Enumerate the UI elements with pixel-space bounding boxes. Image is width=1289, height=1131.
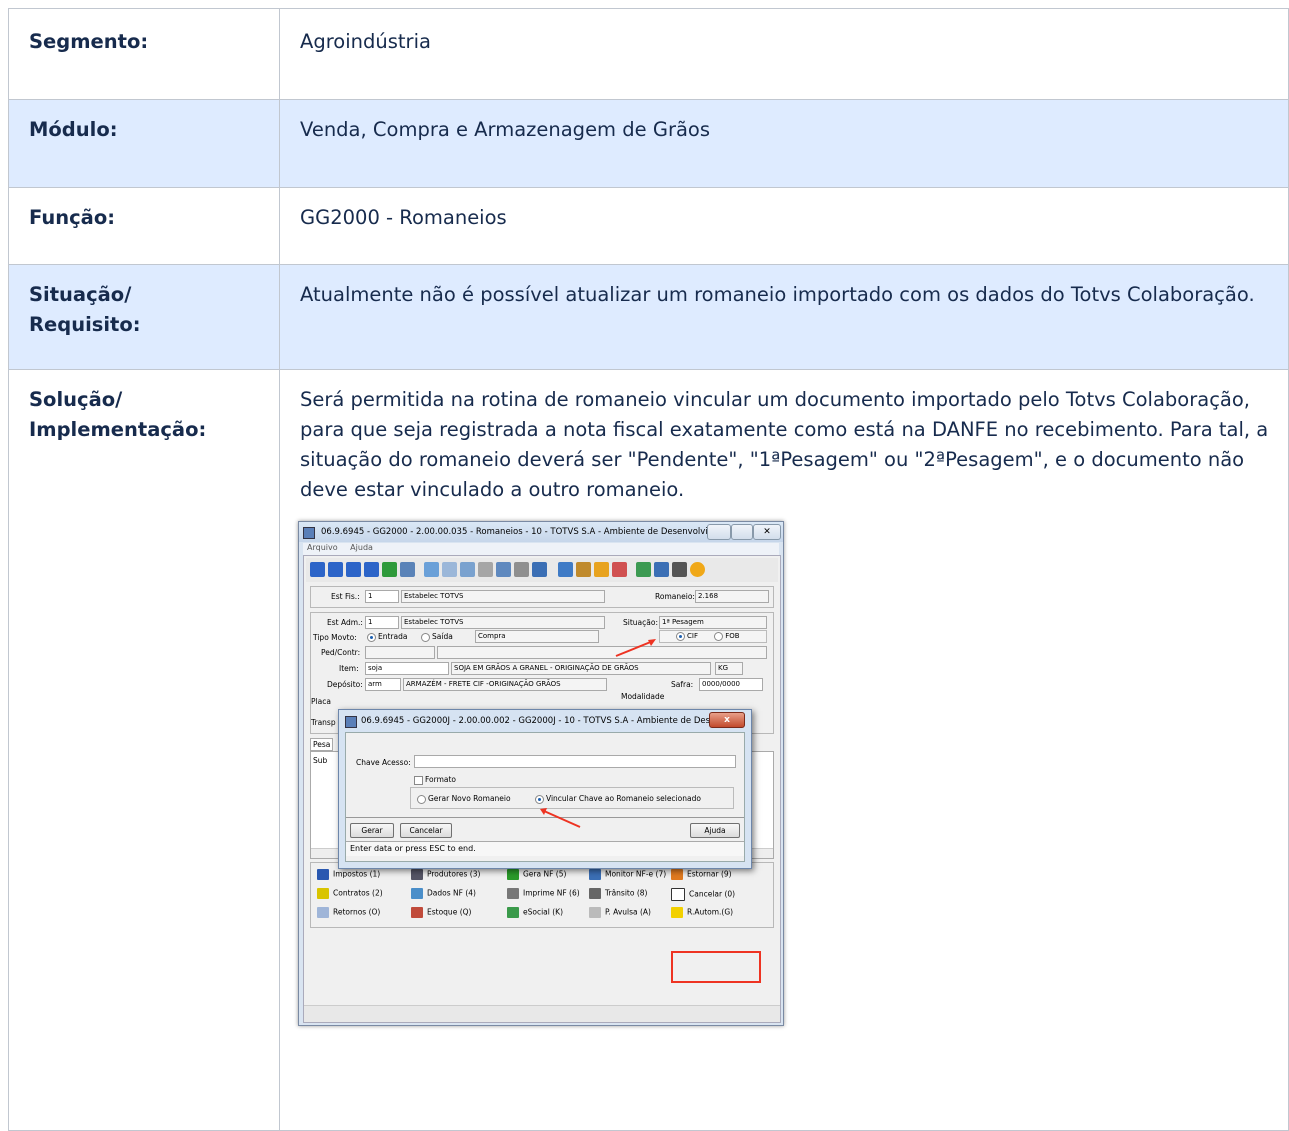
row-key: Função: (29, 206, 116, 229)
info-table: Segmento: Agroindústria Módulo: Venda, C… (8, 8, 1289, 1131)
row-modulo: Módulo: Venda, Compra e Armazenagem de G… (8, 99, 1289, 188)
arrow-situacao (615, 640, 654, 657)
row-key: Solução/ Implementação: (29, 388, 207, 441)
row-key: Módulo: (29, 118, 118, 141)
row-key: Segmento: (29, 30, 149, 53)
row-value: Atualmente não é possível atualizar um r… (300, 283, 1255, 306)
screenshot-image: 06.9.6945 - GG2000 - 2.00.00.035 - Roman… (298, 521, 784, 1026)
row-value: Será permitida na rotina de romaneio vin… (300, 388, 1269, 501)
row-value: GG2000 - Romaneios (300, 206, 507, 229)
highlight-r-autom (671, 951, 761, 983)
row-value: Venda, Compra e Armazenagem de Grãos (300, 118, 710, 141)
row-key: Situação/ Requisito: (29, 283, 141, 336)
row-segmento: Segmento: Agroindústria (8, 8, 1289, 100)
arrow-vincular (543, 810, 581, 828)
row-situacao: Situação/ Requisito: Atualmente não é po… (8, 264, 1289, 370)
row-solucao: Solução/ Implementação: Será permitida n… (8, 369, 1289, 1131)
row-value: Agroindústria (300, 30, 431, 53)
row-funcao: Função: GG2000 - Romaneios (8, 187, 1289, 265)
